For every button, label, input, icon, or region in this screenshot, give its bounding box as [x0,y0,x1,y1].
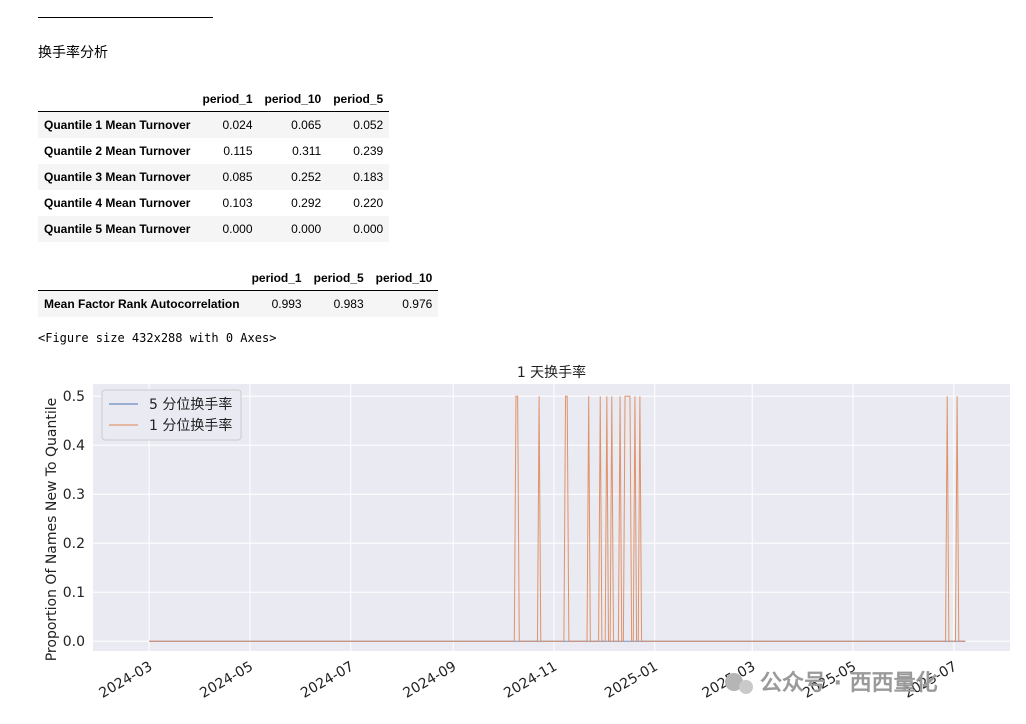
table-cell: 0.103 [222,196,253,210]
x-tick-label: 2025-01 [602,659,661,702]
divider-line [38,17,213,18]
table-cell: 0.993 [271,297,302,311]
table-row: Quantile 2 Mean Turnover 0.115 0.311 0.2… [38,138,389,164]
legend-label: 1 分位换手率 [149,417,232,434]
table-row: Quantile 1 Mean Turnover 0.024 0.065 0.0… [38,111,390,138]
table-row: Mean Factor Rank Autocorrelation 0.993 0… [38,290,439,317]
x-tick-label: 2024-05 [197,659,256,702]
y-tick-label: 0.3 [63,487,85,503]
table-cell: 0.000 [353,222,384,236]
y-tick-label: 0.0 [63,634,85,650]
wechat-icon [739,680,753,694]
table-cell: 0.115 [223,144,253,158]
table-cell: 0.292 [291,196,322,210]
turnover-line-chart: 0.0 0.1 0.2 0.3 0.4 0.5 2024-03 2024-05 2024-07 2… [44,364,1010,702]
row-label: Quantile 3 Mean Turnover [44,170,191,184]
table-cell: 0.024 [222,118,253,132]
y-tick-label: 0.2 [63,536,85,552]
y-tick-label: 0.1 [63,585,85,601]
table-row: Quantile 5 Mean Turnover 0.000 0.000 0.0… [38,216,390,242]
row-label: Quantile 1 Mean Turnover [44,118,191,132]
row-label: Quantile 5 Mean Turnover [44,222,191,236]
corner-header [38,266,246,291]
column-header: period_5 [307,266,370,291]
table-cell: 0.183 [353,170,384,184]
table-row: Quantile 3 Mean Turnover 0.085 0.252 0.1… [38,164,390,190]
y-tick-label: 0.4 [63,438,85,454]
table-cell: 0.976 [402,297,433,311]
table-cell: 0.065 [291,118,322,132]
x-tick-label: 2024-07 [298,659,357,702]
row-label: Quantile 4 Mean Turnover [44,196,191,210]
table-cell: 0.983 [333,297,364,311]
row-label: Quantile 2 Mean Turnover [44,144,191,158]
watermark-text: 公众号 · 西西量化 [760,670,938,696]
x-tick-label: 2024-09 [401,659,460,702]
column-header: period_1 [196,87,259,112]
column-header: period_5 [327,87,390,112]
column-header: period_10 [258,87,328,112]
table-cell: 0.052 [353,118,384,132]
y-axis-label: Proportion Of Names New To Quantile [44,398,60,662]
table-cell: 0.239 [353,144,384,158]
table-cell: 0.220 [353,196,384,210]
column-header: period_10 [369,266,439,291]
chart-title: 1 天换手率 [517,364,586,381]
x-tick-label: 2024-11 [501,659,560,702]
y-tick-label: 0.5 [63,389,85,405]
column-header: period_1 [245,266,308,291]
table-row: Quantile 4 Mean Turnover 0.103 0.292 0.2… [38,190,389,216]
table-cell: 0.000 [222,222,253,236]
row-label: Mean Factor Rank Autocorrelation [44,297,240,311]
section-heading: 换手率分析 [38,45,108,61]
table-cell: 0.252 [291,170,322,184]
autocorrelation-table: period_1 period_5 period_10 Mean Factor … [38,266,439,317]
legend-label: 5 分位换手率 [149,396,232,413]
table-cell: 0.000 [291,222,322,236]
x-tick-label: 2024-03 [97,659,156,702]
table-cell: 0.311 [292,144,322,158]
corner-header [38,87,197,112]
turnover-table: period_1 period_10 period_5 Quantile 1 M… [38,87,390,242]
table-cell: 0.085 [222,170,253,184]
figure-size-output: <Figure size 432x288 with 0 Axes> [38,331,277,345]
